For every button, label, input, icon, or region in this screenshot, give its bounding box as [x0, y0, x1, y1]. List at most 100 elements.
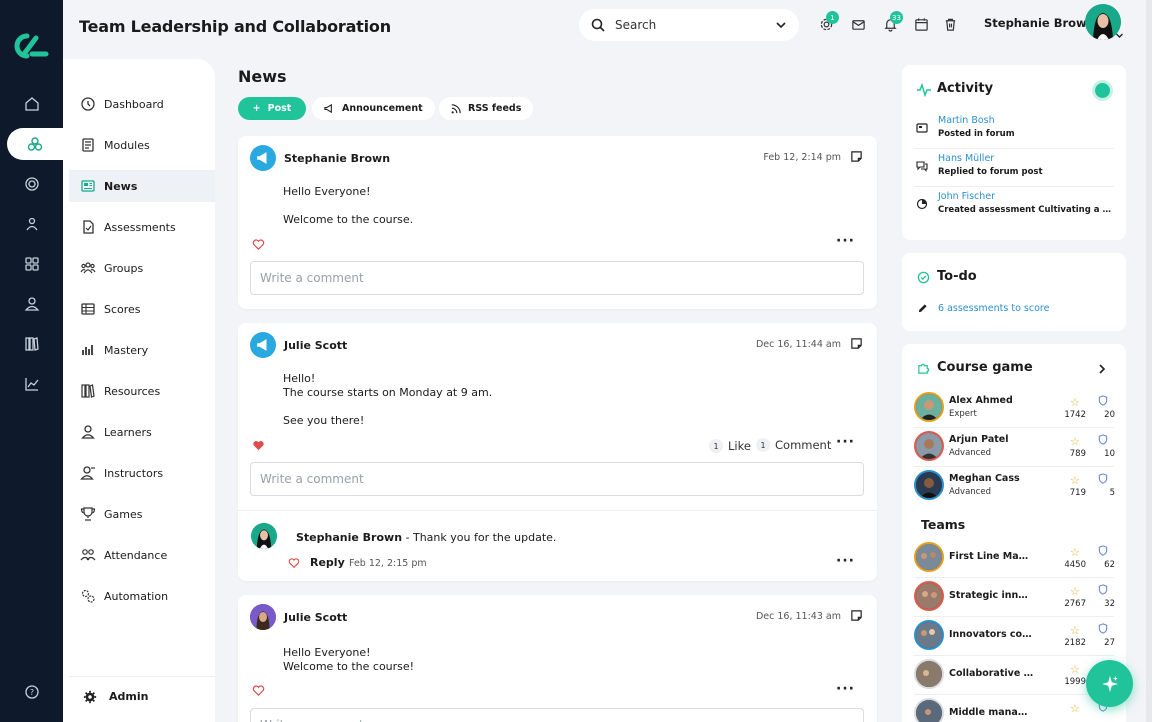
sidebar-item-instructors[interactable]: Instructors: [69, 457, 215, 489]
post-author[interactable]: Julie Scott: [284, 339, 347, 352]
heart-outline-icon[interactable]: [288, 557, 300, 569]
comment-button[interactable]: 1 Comment: [756, 438, 831, 452]
heart-outline-icon[interactable]: [252, 684, 265, 697]
courses-icon[interactable]: [7, 128, 63, 160]
sidebar-item-games[interactable]: Games: [69, 498, 215, 530]
announcement-avatar-icon: [250, 332, 276, 358]
team-name: Collaborative leaders: [949, 668, 1034, 679]
status-indicator: [1095, 83, 1110, 98]
note-icon[interactable]: [850, 609, 863, 622]
activity-item[interactable]: Martin Bosh Posted in forum: [914, 112, 1114, 149]
chevron-down-icon[interactable]: [1115, 31, 1124, 40]
post-text: Welcome to the course!: [283, 660, 415, 673]
sidebar-item-label: Resources: [104, 384, 161, 398]
panel-title: Course game: [937, 360, 1033, 375]
comment-input[interactable]: Write a comment: [250, 261, 864, 295]
star-icon: ☆: [1070, 585, 1080, 598]
sidebar-item-learners[interactable]: Learners: [69, 416, 215, 448]
team-row[interactable]: Collaborative leaders ☆ 1999: [914, 656, 1114, 695]
team-row[interactable]: First Line Managers ☆ 4450 62: [914, 539, 1115, 578]
sidebar: Dashboard Modules News Assessments Group…: [63, 59, 215, 722]
section-title: News: [238, 67, 287, 86]
player-name: Meghan Cass: [949, 473, 1020, 484]
calendar-button[interactable]: [914, 17, 932, 35]
notifications-badge: 33: [890, 11, 903, 24]
like-button[interactable]: 1 Like: [709, 439, 751, 453]
sidebar-item-modules[interactable]: Modules: [69, 129, 215, 161]
news-post: Stephanie Brown Feb 12, 2:14 pm Hello Ev…: [238, 136, 877, 309]
post-author[interactable]: Julie Scott: [284, 611, 347, 624]
user-name[interactable]: Stephanie Brown: [984, 16, 1095, 30]
more-options-icon[interactable]: ···: [836, 233, 855, 249]
ai-assistant-button[interactable]: [1086, 660, 1133, 707]
activity-user[interactable]: Hans Müller: [938, 153, 994, 164]
announcement-button[interactable]: Announcement: [312, 97, 435, 120]
comment-input[interactable]: Write a comment: [250, 462, 864, 496]
scrollbar[interactable]: [1146, 0, 1152, 722]
star-icon: ☆: [1070, 396, 1080, 409]
sidebar-item-news[interactable]: News: [69, 170, 215, 202]
activity-user[interactable]: Martin Bosh: [938, 115, 995, 126]
heart-outline-icon[interactable]: [252, 238, 265, 251]
activity-item[interactable]: John Fischer Created assessment Cultivat…: [914, 188, 1114, 225]
apps-icon[interactable]: [0, 248, 63, 280]
divider: [238, 510, 877, 511]
sidebar-item-label: Dashboard: [104, 97, 164, 111]
avatar: [914, 620, 944, 650]
forum-icon: [916, 123, 928, 133]
more-options-icon[interactable]: ···: [836, 681, 855, 697]
leaderboard-row[interactable]: Meghan Cass Advanced ☆ 719 5: [914, 467, 1115, 506]
chevron-right-icon[interactable]: [1097, 364, 1107, 374]
post-author[interactable]: Stephanie Brown: [284, 152, 390, 165]
activity-user[interactable]: John Fischer: [938, 191, 995, 202]
rss-button[interactable]: RSS feeds: [439, 97, 534, 120]
note-icon[interactable]: [850, 337, 863, 350]
leaderboard-row[interactable]: Alex Ahmed Expert ☆ 1742 20: [914, 389, 1115, 428]
people-icon[interactable]: [0, 208, 63, 240]
sidebar-item-mastery[interactable]: Mastery: [69, 334, 215, 366]
post-button[interactable]: + Post: [238, 97, 306, 120]
post-date: Dec 16, 11:43 am: [755, 611, 841, 622]
admin-button[interactable]: Admin: [69, 676, 215, 716]
shield-icon: [1098, 584, 1108, 595]
activity-panel: Activity Martin Bosh Posted in forum Han…: [902, 65, 1126, 240]
sidebar-item-scores[interactable]: Scores: [69, 293, 215, 325]
trash-button[interactable]: [943, 17, 961, 35]
team-row[interactable]: Middle managers ☆: [914, 695, 1114, 722]
team-row[interactable]: Strategic innovators ☆ 2767 32: [914, 578, 1115, 617]
sparkle-icon: [1101, 675, 1118, 692]
sidebar-item-attendance[interactable]: Attendance: [69, 539, 215, 571]
comment-author[interactable]: Stephanie Brown: [296, 531, 402, 544]
modules-icon: [82, 138, 94, 152]
avatar: [914, 542, 944, 572]
note-icon[interactable]: [850, 150, 863, 163]
avatar: [250, 604, 276, 630]
team-row[interactable]: Innovators collective ☆ 2182 27: [914, 617, 1115, 656]
leaderboard-row[interactable]: Arjun Patel Advanced ☆ 789 10: [914, 428, 1115, 467]
todo-item-link[interactable]: 6 assessments to score: [938, 303, 1049, 314]
sidebar-item-groups[interactable]: Groups: [69, 252, 215, 284]
target-icon[interactable]: [0, 168, 63, 200]
reply-button[interactable]: Reply: [310, 556, 345, 569]
plus-icon: +: [252, 103, 261, 114]
analytics-icon[interactable]: [0, 368, 63, 400]
sidebar-item-resources[interactable]: Resources: [69, 375, 215, 407]
app-logo[interactable]: [10, 30, 52, 62]
library-icon[interactable]: [0, 328, 63, 360]
heart-filled-icon[interactable]: [252, 439, 265, 452]
sidebar-item-automation[interactable]: Automation: [69, 580, 215, 612]
comment-date: Feb 12, 2:15 pm: [349, 558, 427, 569]
activity-item[interactable]: Hans Müller Replied to forum post: [914, 150, 1114, 187]
sidebar-item-dashboard[interactable]: Dashboard: [69, 88, 215, 120]
home-icon[interactable]: [0, 88, 63, 120]
user-icon[interactable]: [0, 288, 63, 320]
more-options-icon[interactable]: ···: [836, 434, 855, 450]
more-options-icon[interactable]: ···: [836, 553, 855, 569]
help-icon[interactable]: ?: [0, 676, 63, 708]
shield-icon: [1098, 434, 1108, 445]
sidebar-item-label: Instructors: [104, 466, 164, 480]
notifications-button[interactable]: 33: [883, 11, 903, 35]
comment-input[interactable]: Write a comment: [250, 708, 864, 722]
sidebar-item-assessments[interactable]: Assessments: [69, 211, 215, 243]
sidebar-item-label: Learners: [104, 425, 152, 439]
